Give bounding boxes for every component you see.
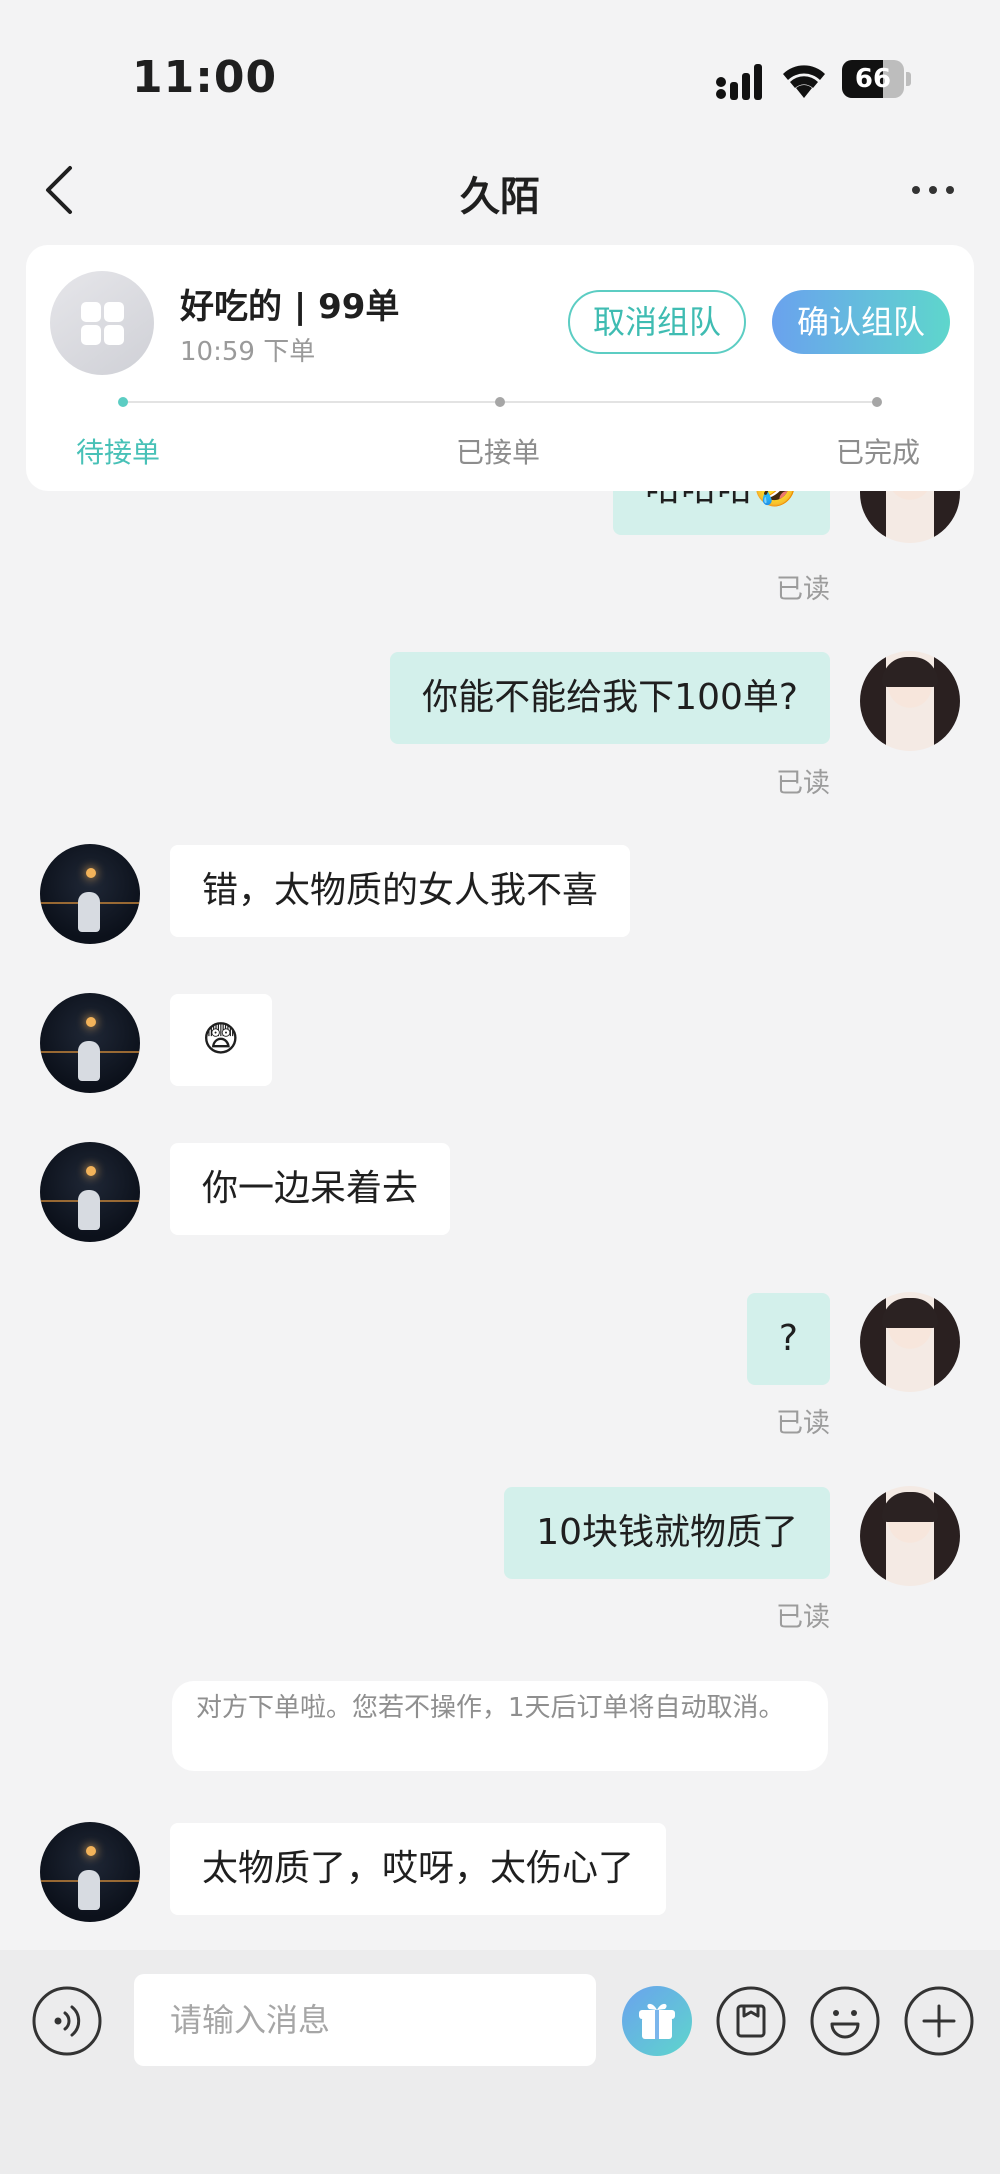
input-bar xyxy=(0,1950,1000,2174)
battery-indicator: 66 xyxy=(842,60,911,98)
avatar[interactable] xyxy=(860,651,960,751)
order-avatar xyxy=(50,271,154,375)
message-bubble[interactable]: 😨 xyxy=(170,994,272,1086)
signal-icon xyxy=(716,64,762,100)
order-card: 好吃的 | 99单 10:59 下单 取消组队 确认组队 待接单 已接单 已完成 xyxy=(26,245,974,491)
message-bubble[interactable]: 10块钱就物质了 xyxy=(504,1487,830,1579)
status-time: 11:00 xyxy=(132,52,278,103)
avatar[interactable] xyxy=(40,1142,140,1242)
voice-icon[interactable] xyxy=(32,1986,102,2056)
chat-area[interactable]: 哈哈哈🤣 已读 你能不能给我下100单? 已读 错，太物质的女人我不喜 😨 你一… xyxy=(0,491,1000,1950)
avatar[interactable] xyxy=(40,844,140,944)
order-icon[interactable] xyxy=(716,1986,786,2056)
read-status: 已读 xyxy=(776,574,830,605)
avatar[interactable] xyxy=(860,1486,960,1586)
avatar[interactable] xyxy=(860,1292,960,1392)
progress-dot xyxy=(118,397,128,407)
step-accepted: 已接单 xyxy=(456,436,541,469)
read-status: 已读 xyxy=(776,1602,830,1633)
more-icon[interactable] xyxy=(908,170,958,210)
progress-dot xyxy=(872,397,882,407)
emoji-icon[interactable] xyxy=(810,1986,880,2056)
read-status: 已读 xyxy=(776,768,830,799)
message-bubble[interactable]: 错，太物质的女人我不喜 xyxy=(170,845,631,937)
step-pending: 待接单 xyxy=(76,436,161,469)
message-bubble[interactable]: 哈哈哈🤣 xyxy=(613,491,830,535)
avatar[interactable] xyxy=(40,1822,140,1922)
order-title: 好吃的 | 99单 xyxy=(180,287,400,327)
order-time: 10:59 下单 xyxy=(180,337,316,367)
system-note: 对方下单啦。您若不操作，1天后订单将自动取消。 xyxy=(172,1681,828,1771)
progress-dot xyxy=(495,397,505,407)
plus-icon[interactable] xyxy=(904,1986,974,2056)
message-bubble[interactable]: 太物质了，哎呀，太伤心了 xyxy=(170,1823,667,1915)
battery-text: 66 xyxy=(854,64,892,94)
message-bubble[interactable]: 你能不能给我下100单? xyxy=(390,652,830,744)
step-completed: 已完成 xyxy=(836,436,921,469)
confirm-team-button[interactable]: 确认组队 xyxy=(772,290,950,354)
status-bar: 11:00 66 xyxy=(0,0,1000,150)
message-input[interactable] xyxy=(134,1974,596,2066)
gift-icon[interactable] xyxy=(622,1986,692,2056)
message-bubble[interactable]: ? xyxy=(746,1293,830,1385)
read-status: 已读 xyxy=(776,1408,830,1439)
wifi-icon xyxy=(783,65,825,98)
message-bubble[interactable]: 你一边呆着去 xyxy=(170,1143,451,1235)
avatar[interactable] xyxy=(860,491,960,543)
nav-title: 久陌 xyxy=(460,174,540,220)
nav-bar: 久陌 xyxy=(0,150,1000,230)
avatar[interactable] xyxy=(40,993,140,1093)
cancel-team-button[interactable]: 取消组队 xyxy=(568,290,746,354)
